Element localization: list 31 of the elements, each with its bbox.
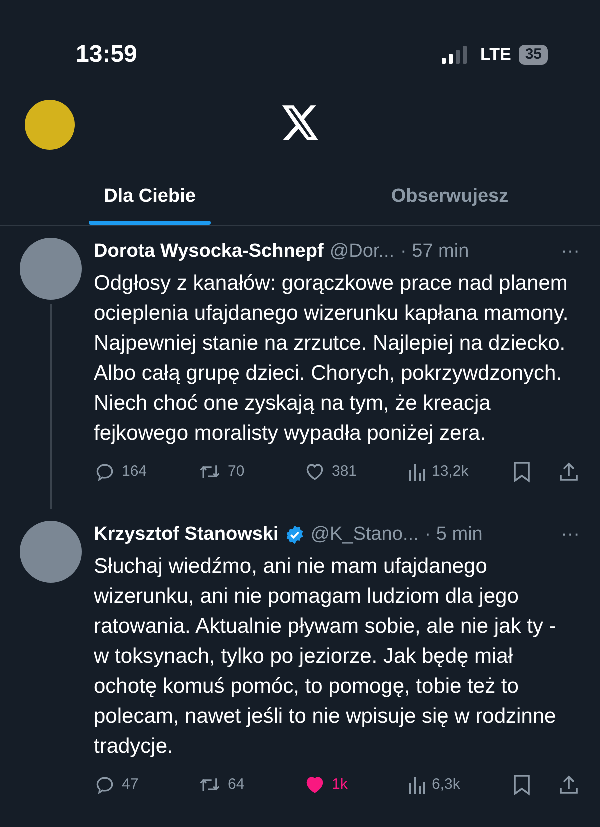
author-name[interactable]: Krzysztof Stanowski (94, 521, 279, 550)
bookmark-icon[interactable] (512, 774, 532, 796)
post-text: Odgłosy z kanałów: gorączkowe prace nad planem ocieplenia ufajdanego wizerunku kapłana mamony. Najpewniej stanie na zrzutce. Najlepiej na dziecko. Albo całą grupę dzieci. Chorych, pokrzywdzonych. Niech choć one zyskają na tym, że kreacja fejkowego moralisty wypadła poniżej zera. (94, 270, 570, 446)
bookmark-icon[interactable] (512, 460, 532, 483)
bar-chart-icon (408, 774, 426, 795)
x-logo-icon (282, 105, 320, 141)
post-time: · 5 min (424, 523, 483, 547)
feed-tab[interactable]: Dla Ciebie (0, 170, 300, 225)
author-handle: @Dor... (330, 240, 395, 264)
post-text: Słuchaj wiedźmo, ani nie mam ufajdanego wizerunku, ani nie pomagam ludziom dla jego ratowania. Aktualnie pływam sobie, ale nie jak ty - w toksynach, tylko po jeziorze. Jak będę miał ochotę komuś pomóc, to pomogę, tobie też to polecam, nawet jeśli to nie wpisuje się w rodzinne tradycje. (94, 554, 558, 760)
bar-chart-icon (408, 462, 426, 482)
share-icon[interactable] (558, 774, 580, 796)
author-handle: @K_Stano... (310, 523, 419, 547)
repost-button[interactable]: 64 (198, 774, 304, 796)
feed-tab[interactable]: Obserwujesz (300, 170, 600, 225)
more-button[interactable]: ··· (561, 238, 580, 266)
views-button[interactable]: 6,3k (408, 774, 512, 796)
post-time: · 57 min (400, 240, 470, 264)
network-label: LTE (480, 44, 512, 66)
like-button[interactable]: 1k (304, 774, 408, 796)
battery-level: 35 (519, 45, 548, 65)
profile-avatar[interactable] (25, 100, 75, 150)
author-name[interactable]: Dorota Wysocka-Schnepf (94, 238, 324, 266)
like-button[interactable]: 381 (304, 460, 408, 483)
share-icon[interactable] (558, 460, 580, 483)
repost-button[interactable]: 70 (198, 460, 304, 483)
more-button[interactable]: ··· (561, 521, 580, 550)
views-button[interactable]: 13,2k (408, 460, 512, 483)
status-time: 13:59 (76, 40, 138, 70)
reply-button[interactable]: 47 (94, 774, 198, 796)
reply-button[interactable]: 164 (94, 460, 198, 483)
